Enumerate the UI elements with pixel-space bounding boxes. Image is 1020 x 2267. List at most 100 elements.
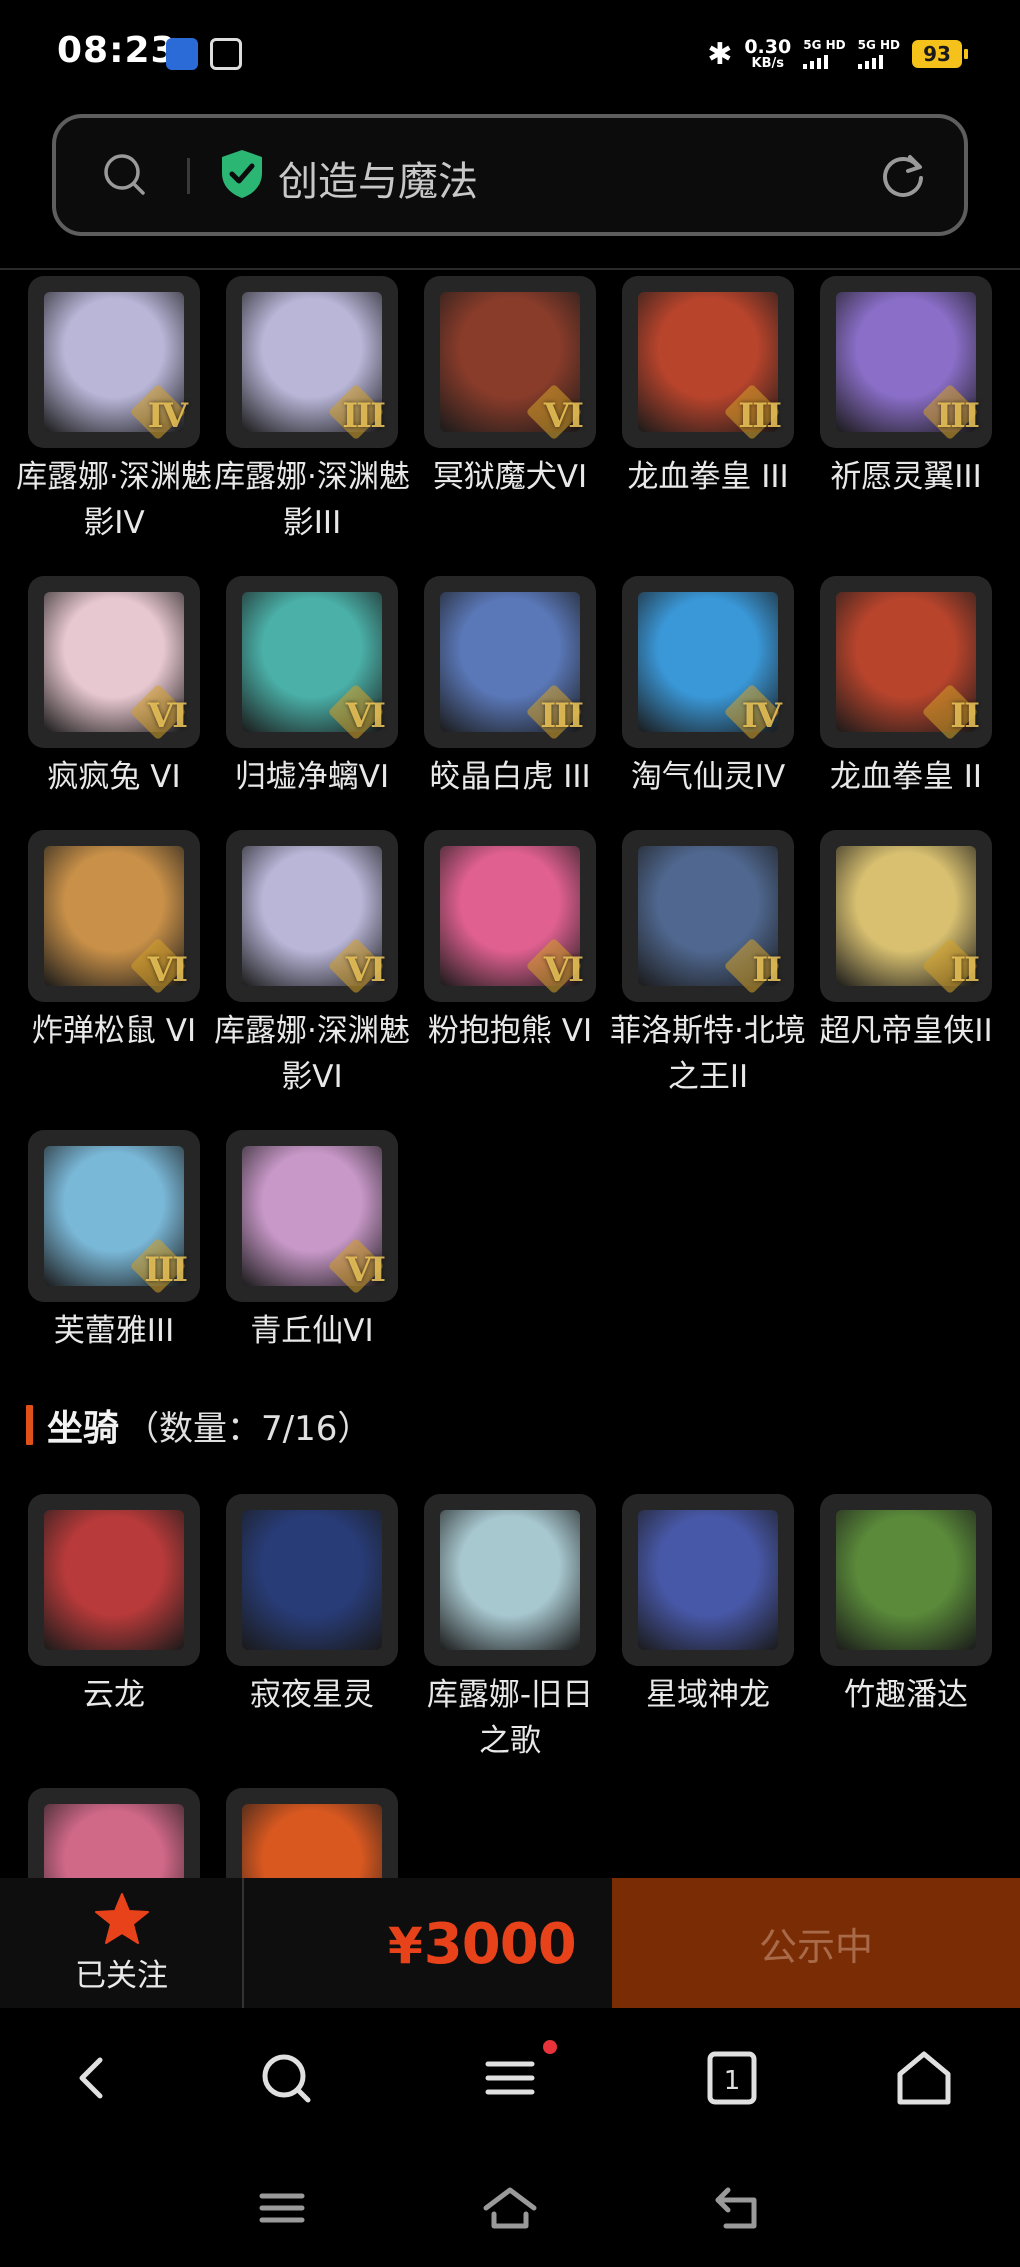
item-name: 炸弹松鼠 VI (31, 1013, 197, 1049)
item-image (242, 1510, 382, 1650)
item-image (44, 1804, 184, 1878)
network-speed-value: 0.30 (744, 36, 792, 58)
item-thumbnail[interactable] (28, 1494, 200, 1666)
back-icon[interactable] (62, 2046, 126, 2110)
item-thumbnail[interactable]: II (820, 830, 992, 1002)
tier-badge: II (950, 696, 980, 736)
item-thumbnail[interactable] (424, 1494, 596, 1666)
network-speed: 0.30 KB/s (744, 36, 792, 71)
mount-grid-partial-row (28, 1788, 398, 1878)
signal-icon-2: 5G HD (857, 39, 900, 69)
action-divider (242, 1878, 244, 2008)
back-icon[interactable] (710, 2180, 766, 2236)
mount-grid: 云龙 寂夜星灵 库露娜-旧日之歌 星域神龙 竹趣潘达 (28, 1494, 992, 1764)
item-thumbnail[interactable]: III (226, 276, 398, 448)
search-icon[interactable] (102, 152, 146, 196)
item-thumbnail[interactable]: III (424, 576, 596, 748)
item-thumbnail[interactable]: IV (622, 576, 794, 748)
follow-label: 已关注 (75, 1957, 168, 1994)
item-thumbnail[interactable] (820, 1494, 992, 1666)
item-thumbnail[interactable]: III (28, 1130, 200, 1302)
item-card[interactable] (226, 1788, 398, 1878)
item-card[interactable]: VI 青丘仙VI (226, 1130, 398, 1354)
item-image (44, 1510, 184, 1650)
item-name: 星域神龙 (646, 1677, 770, 1713)
item-thumbnail[interactable]: II (622, 830, 794, 1002)
tier-badge: III (738, 396, 782, 436)
tier-badge: III (540, 696, 584, 736)
item-name: 祈愿灵翼III (830, 459, 982, 495)
price-symbol: ¥ (388, 1917, 423, 1975)
item-card[interactable]: III 龙血拳皇 III (622, 276, 794, 546)
item-thumbnail[interactable]: VI (28, 576, 200, 748)
item-thumbnail[interactable]: VI (226, 1130, 398, 1302)
item-card[interactable]: II 菲洛斯特·北境之王II (610, 830, 806, 1100)
tabs-icon[interactable]: 1 (700, 2046, 764, 2110)
status-indicators: ✱ 0.30 KB/s 5G HD 5G HD 93 (707, 34, 968, 74)
item-thumbnail[interactable]: III (820, 276, 992, 448)
app-notification-icon-2 (210, 38, 242, 70)
section-count: （数量：7/16） (125, 1408, 372, 1449)
item-thumbnail[interactable]: VI (424, 276, 596, 448)
item-card[interactable]: II 龙血拳皇 II (820, 576, 992, 800)
item-card[interactable]: 寂夜星灵 (226, 1494, 398, 1764)
section-accent-bar (26, 1405, 33, 1445)
item-card[interactable]: III 皎晶白虎 III (424, 576, 596, 800)
star-icon (94, 1892, 149, 1944)
item-name: 库露娜·深渊魅影VI (214, 1013, 410, 1095)
address-text[interactable]: 创造与魔法 (278, 149, 478, 207)
item-thumbnail[interactable]: III (622, 276, 794, 448)
search-icon[interactable] (254, 2046, 318, 2110)
item-thumbnail[interactable] (226, 1494, 398, 1666)
skin-grid: IV 库露娜·深渊魅影IV III 库露娜·深渊魅影III VI 冥狱魔犬VI III 龙血拳… (16, 276, 993, 1354)
item-thumbnail[interactable]: IV (28, 276, 200, 448)
item-card[interactable] (28, 1788, 200, 1878)
tier-badge: III (342, 396, 386, 436)
item-card[interactable]: II 超凡帝皇侠II (819, 830, 993, 1100)
refresh-icon[interactable] (878, 151, 928, 201)
browser-nav: 1 (0, 2008, 1020, 2150)
item-card[interactable]: VI 归墟净螭VI (226, 576, 398, 800)
item-thumbnail[interactable]: VI (28, 830, 200, 1002)
item-name: 青丘仙VI (250, 1313, 374, 1349)
home-icon[interactable] (482, 2180, 538, 2236)
tier-badge: II (950, 950, 980, 990)
item-card[interactable]: III 祈愿灵翼III (820, 276, 992, 546)
item-thumbnail[interactable] (226, 1788, 398, 1878)
item-card[interactable]: 星域神龙 (622, 1494, 794, 1764)
item-name: 库露娜-旧日之歌 (426, 1677, 594, 1759)
item-thumbnail[interactable]: VI (424, 830, 596, 1002)
item-card[interactable]: VI 库露娜·深渊魅影VI (214, 830, 410, 1100)
item-card[interactable]: 云龙 (28, 1494, 200, 1764)
system-nav (0, 2150, 1020, 2267)
menu-icon[interactable] (478, 2046, 542, 2110)
item-card[interactable]: IV 淘气仙灵IV (622, 576, 794, 800)
notification-dot (543, 2040, 557, 2054)
item-thumbnail[interactable] (622, 1494, 794, 1666)
item-thumbnail[interactable]: VI (226, 830, 398, 1002)
item-card[interactable]: IV 库露娜·深渊魅影IV (16, 276, 212, 546)
action-bar: 已关注 ¥3000 公示中 (0, 1878, 1020, 2008)
sim1-label: 5G HD (803, 38, 846, 52)
search-divider (187, 158, 190, 194)
tab-count: 1 (724, 2066, 741, 2096)
item-card[interactable]: 库露娜-旧日之歌 (424, 1494, 596, 1764)
listing-content[interactable]: IV 库露娜·深渊魅影IV III 库露娜·深渊魅影III VI 冥狱魔犬VI III 龙血拳… (0, 270, 1020, 1878)
item-card[interactable]: 竹趣潘达 (820, 1494, 992, 1764)
item-thumbnail[interactable] (28, 1788, 200, 1878)
item-name: 超凡帝皇侠II (819, 1013, 993, 1049)
item-thumbnail[interactable]: VI (226, 576, 398, 748)
item-thumbnail[interactable]: II (820, 576, 992, 748)
item-card[interactable]: VI 炸弹松鼠 VI (28, 830, 200, 1100)
item-card[interactable]: VI 疯疯兔 VI (28, 576, 200, 800)
item-card[interactable]: III 库露娜·深渊魅影III (214, 276, 410, 546)
item-card[interactable]: III 芙蕾雅III (28, 1130, 200, 1354)
item-card[interactable]: VI 粉抱抱熊 VI (424, 830, 596, 1100)
recents-icon[interactable] (254, 2180, 310, 2236)
item-name: 皎晶白虎 III (429, 759, 591, 795)
address-bar[interactable]: 创造与魔法 (52, 114, 968, 236)
home-icon[interactable] (892, 2046, 956, 2110)
follow-button[interactable]: 已关注 (0, 1878, 243, 2008)
item-card[interactable]: VI 冥狱魔犬VI (424, 276, 596, 546)
publicity-status-button[interactable]: 公示中 (612, 1878, 1020, 2008)
